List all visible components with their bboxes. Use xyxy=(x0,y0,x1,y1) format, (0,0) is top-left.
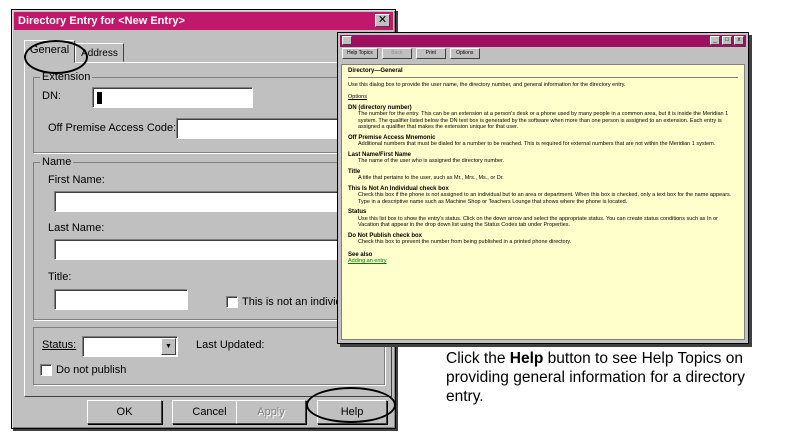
apply-button[interactable]: Apply xyxy=(236,400,306,424)
dialog-titlebar: Directory Entry for <New Entry> ✕ xyxy=(14,12,393,30)
not-individual-checkbox[interactable] xyxy=(226,296,238,308)
text-cursor xyxy=(97,92,102,104)
help-section-text: Use this list box to show the entry's st… xyxy=(358,215,718,229)
close-icon[interactable]: x xyxy=(734,36,744,45)
chevron-down-icon[interactable]: ▼ xyxy=(161,338,176,355)
help-section-text: The number for the entry. This can be an… xyxy=(358,111,729,130)
back-button[interactable]: Back xyxy=(381,48,412,59)
status-group: Status: ▼ Last Updated: Do not publish xyxy=(33,327,385,385)
help-intro: Use this dialog box to provide the user … xyxy=(348,81,626,88)
help-window: _ □ x Help Topics Back Print Options Dir… xyxy=(337,32,749,344)
close-icon[interactable]: ✕ xyxy=(375,14,390,27)
help-content: Directory—General Use this dialog box to… xyxy=(341,64,745,340)
help-toolbar: Help Topics Back Print Options xyxy=(340,48,746,62)
title-label: Title: xyxy=(48,271,72,283)
general-tab-highlight-circle xyxy=(24,40,88,74)
dn-label: DN: xyxy=(42,90,61,102)
first-name-label: First Name: xyxy=(48,174,105,186)
title-field[interactable] xyxy=(54,289,188,310)
help-button-highlight-circle xyxy=(306,387,396,423)
last-name-label: Last Name: xyxy=(48,222,105,234)
help-section-text: The name of the user who is assigned the… xyxy=(358,158,505,164)
last-updated-label: Last Updated: xyxy=(196,339,265,351)
help-section-text: Check this box to prevent the number fro… xyxy=(358,239,572,245)
maximize-icon[interactable]: □ xyxy=(722,36,732,45)
help-sections: DN (directory number) The number for the … xyxy=(348,105,738,246)
options-button[interactable]: Options xyxy=(449,48,480,59)
print-button[interactable]: Print xyxy=(415,48,446,59)
dialog-title: Directory Entry for <New Entry> xyxy=(18,15,185,27)
off-premise-access-code-label: Off Premise Access Code: xyxy=(48,122,177,134)
name-group: Name First Name: Last Name: Title: This … xyxy=(33,156,390,320)
help-app-icon xyxy=(342,36,352,45)
caption-bold: Help xyxy=(509,350,544,367)
do-not-publish-label: Do not publish xyxy=(56,364,127,376)
dn-field[interactable] xyxy=(92,87,253,108)
extension-group: Extension DN: Off Premise Access Code: xyxy=(33,71,388,153)
help-topics-button[interactable]: Help Topics xyxy=(342,48,378,59)
do-not-publish-checkbox[interactable] xyxy=(40,364,52,376)
help-heading: Directory—General xyxy=(348,68,738,78)
status-dropdown[interactable]: ▼ xyxy=(82,336,178,357)
status-label: Status: xyxy=(42,339,77,351)
help-section-text: Additional numbers that must be dialed f… xyxy=(358,141,716,147)
see-also-link[interactable]: Adding an entry xyxy=(348,258,738,265)
caption-text: Click the Help button to see Help Topics… xyxy=(446,349,782,406)
caption-prefix: Click the xyxy=(446,350,510,367)
ok-button[interactable]: OK xyxy=(87,400,162,424)
minimize-icon[interactable]: _ xyxy=(710,36,720,45)
help-titlebar: _ □ x xyxy=(340,35,746,47)
options-label: Options xyxy=(348,94,367,100)
name-group-label: Name xyxy=(40,156,74,168)
help-section-text: Check this box if the phone is not assig… xyxy=(358,192,732,205)
not-individual-label: This is not an individu xyxy=(242,296,348,308)
help-section-text: A title that pertains to the user, such … xyxy=(358,175,504,181)
